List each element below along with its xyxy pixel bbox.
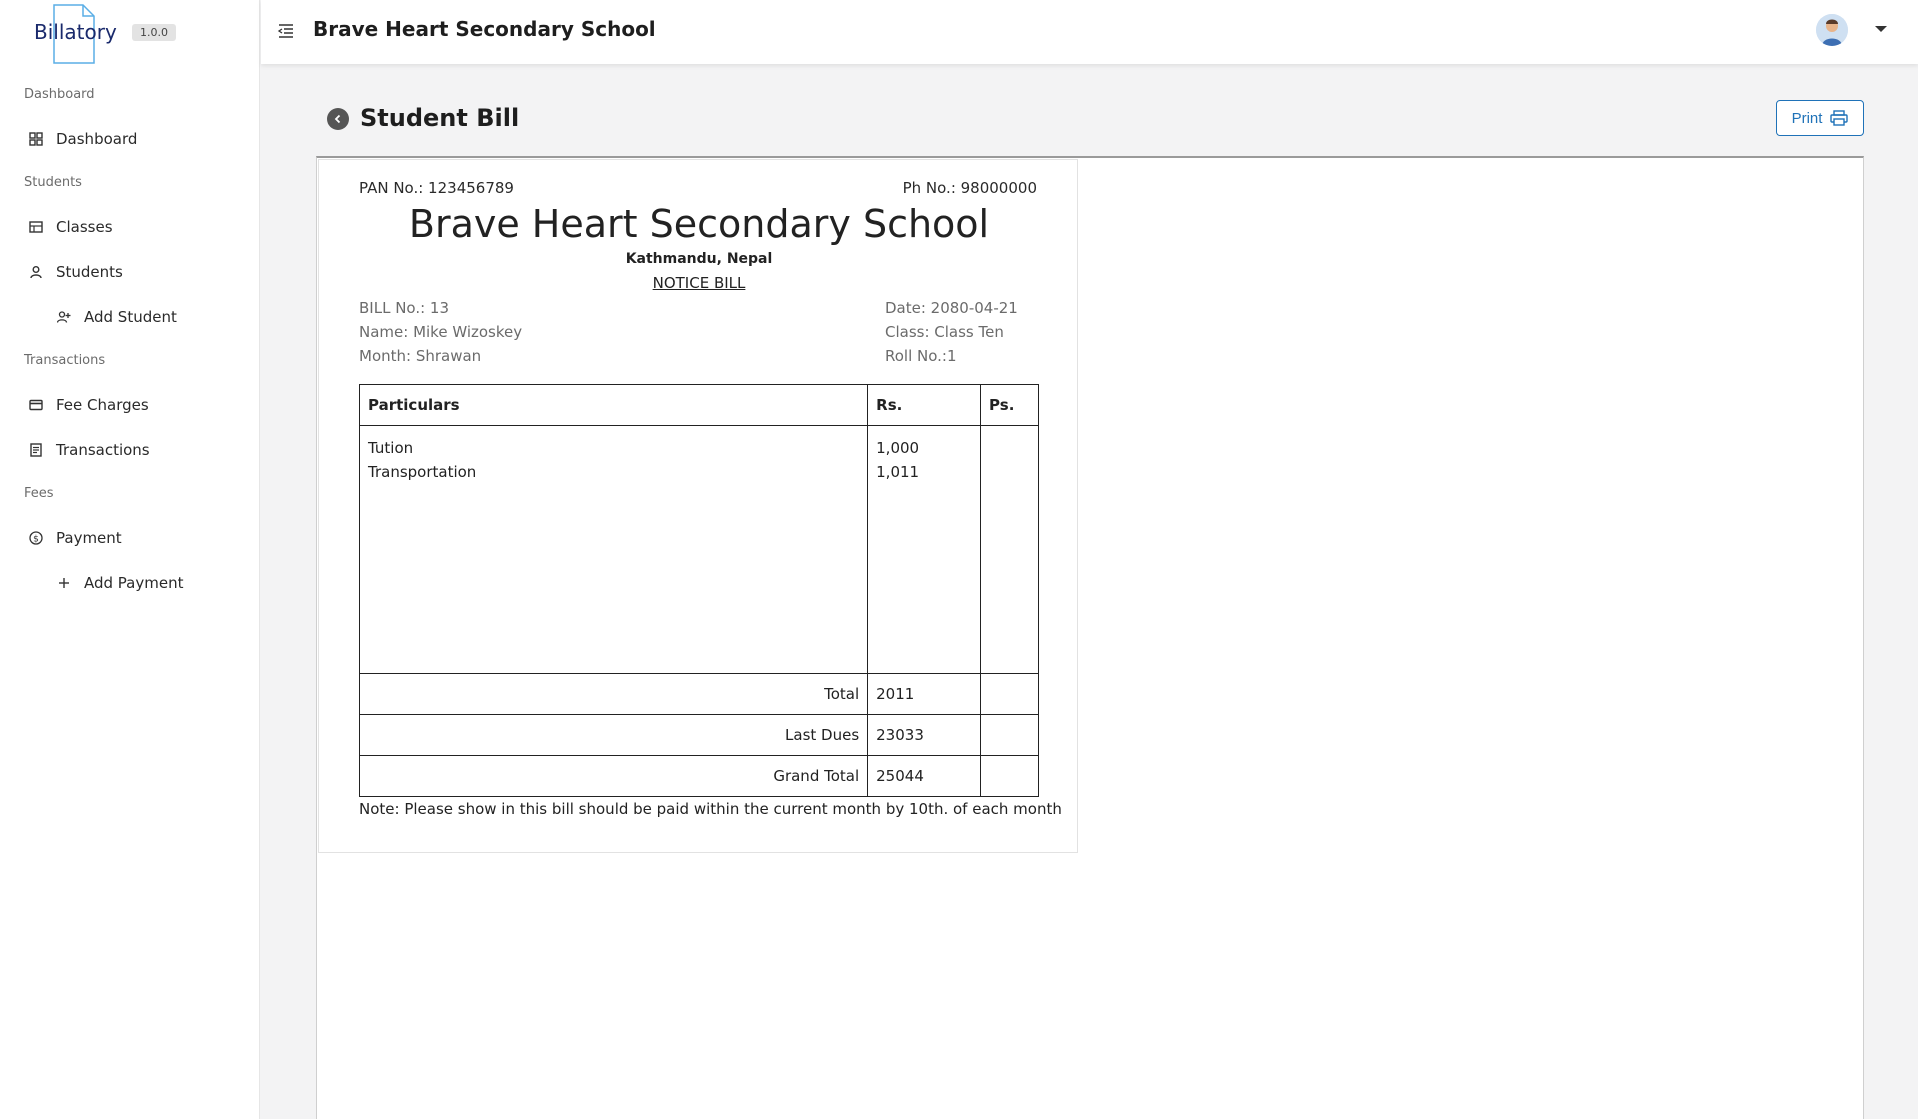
last-dues-row: Last Dues 23033	[358, 714, 1039, 756]
topbar-title: Brave Heart Secondary School	[313, 17, 656, 41]
sidebar-item-fee-charges[interactable]: Fee Charges	[28, 396, 149, 414]
roll-number: Roll No.:1	[885, 347, 957, 365]
last-dues-label: Last Dues	[358, 714, 869, 756]
ps-cell	[980, 425, 1039, 674]
print-button-label: Print	[1791, 109, 1823, 127]
student-bill: PAN No.: 123456789 Ph No.: 98000000 Brav…	[318, 159, 1078, 853]
bill-school-name: Brave Heart Secondary School	[408, 202, 990, 246]
plus-icon	[56, 575, 72, 591]
printer-icon	[1830, 110, 1849, 126]
brand-logo[interactable]: Billatory 1.0.0	[34, 4, 184, 66]
amount-rs: 1,000	[876, 439, 920, 457]
bill-number: BILL No.: 13	[359, 299, 450, 317]
section-dashboard: Dashboard	[24, 87, 95, 102]
grand-total-value: 25044	[867, 755, 982, 797]
particular-item: Transportation	[368, 463, 477, 481]
grand-total-row: Grand Total 25044	[358, 755, 1039, 797]
particulars-cell: Tution Transportation	[358, 425, 869, 674]
bill-note: Note: Please show in this bill should be…	[359, 800, 1062, 818]
sidebar-item-label: Payment	[56, 529, 122, 547]
brand-name: Billatory	[34, 20, 117, 44]
sidebar-item-label: Transactions	[56, 441, 150, 459]
bill-table: Particulars Rs. Ps. Tution Transportatio…	[358, 384, 1039, 797]
rs-cell: 1,000 1,011	[867, 425, 982, 674]
grand-total-ps	[980, 755, 1039, 797]
column-header-ps: Ps.	[980, 384, 1039, 426]
sidebar-item-label: Fee Charges	[56, 396, 149, 414]
account-dropdown-caret-icon[interactable]	[1875, 26, 1887, 32]
bill-notice-heading: NOTICE BILL	[652, 274, 746, 292]
print-button[interactable]: Print	[1776, 100, 1864, 136]
last-dues-value: 23033	[867, 714, 982, 756]
sidebar-item-label: Add Payment	[84, 574, 184, 592]
sidebar-item-classes[interactable]: Classes	[28, 218, 113, 236]
sidebar: Billatory 1.0.0 Dashboard Dashboard Stud…	[0, 0, 260, 1119]
column-header-rs: Rs.	[867, 384, 982, 426]
bill-month: Month: Shrawan	[359, 347, 482, 365]
total-ps	[980, 673, 1039, 715]
svg-text:$: $	[33, 534, 39, 544]
section-transactions: Transactions	[24, 353, 106, 368]
total-row: Total 2011	[358, 673, 1039, 715]
sidebar-item-transactions[interactable]: Transactions	[28, 441, 150, 459]
topbar: Brave Heart Secondary School	[261, 0, 1918, 64]
phone-number: Ph No.: 98000000	[902, 179, 1037, 197]
sidebar-item-label: Classes	[56, 218, 113, 236]
dollar-icon: $	[28, 530, 44, 546]
table-row: Tution Transportation 1,000 1,011	[358, 425, 1039, 674]
student-name: Name: Mike Wizoskey	[359, 323, 523, 341]
column-header-particulars: Particulars	[358, 384, 869, 426]
sidebar-item-label: Students	[56, 263, 123, 281]
bill-date: Date: 2080-04-21	[885, 299, 1018, 317]
sidebar-item-payment[interactable]: $ Payment	[28, 529, 122, 547]
back-button[interactable]	[327, 108, 349, 130]
total-value: 2011	[867, 673, 982, 715]
amount-rs: 1,011	[876, 463, 920, 481]
user-icon	[28, 264, 44, 280]
total-label: Total	[358, 673, 869, 715]
pan-number: PAN No.: 123456789	[359, 179, 514, 197]
version-badge: 1.0.0	[132, 24, 176, 41]
chevron-left-icon	[334, 114, 341, 124]
particular-item: Tution	[368, 439, 414, 457]
last-dues-ps	[980, 714, 1039, 756]
sidebar-item-label: Dashboard	[56, 130, 138, 148]
add-user-icon	[56, 309, 72, 325]
student-class: Class: Class Ten	[885, 323, 1004, 341]
avatar[interactable]	[1816, 14, 1848, 46]
sidebar-item-add-payment[interactable]: Add Payment	[56, 574, 183, 592]
menu-toggle-icon[interactable]	[277, 22, 295, 40]
card-icon	[28, 397, 44, 413]
document-icon	[28, 442, 44, 458]
table-header-row: Particulars Rs. Ps.	[358, 384, 1039, 426]
section-fees: Fees	[24, 486, 54, 501]
sidebar-item-students[interactable]: Students	[28, 263, 123, 281]
bill-address: Kathmandu, Nepal	[625, 251, 773, 267]
avatar-icon	[1816, 14, 1848, 46]
sidebar-item-add-student[interactable]: Add Student	[56, 308, 177, 326]
dashboard-icon	[28, 131, 44, 147]
page-title: Student Bill	[360, 104, 520, 132]
section-students: Students	[24, 175, 82, 190]
grand-total-label: Grand Total	[358, 755, 869, 797]
sidebar-item-dashboard[interactable]: Dashboard	[28, 130, 137, 148]
sidebar-item-label: Add Student	[84, 308, 177, 326]
classes-icon	[28, 219, 44, 235]
